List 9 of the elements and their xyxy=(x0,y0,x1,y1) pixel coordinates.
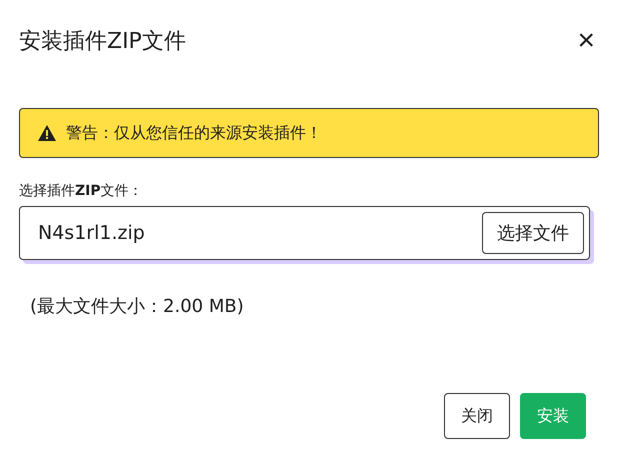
warning-text: 警告：仅从您信任的来源安装插件！ xyxy=(66,122,322,144)
warning-icon xyxy=(38,125,56,141)
close-button[interactable]: × xyxy=(573,26,599,56)
file-name: N4s1rl1.zip xyxy=(38,222,145,244)
max-size-hint: (最大文件大小：2.00 MB) xyxy=(30,295,245,318)
choose-file-button[interactable]: 选择文件 xyxy=(482,212,584,254)
cancel-button[interactable]: 关闭 xyxy=(444,393,510,439)
file-label: 选择插件ZIP文件： xyxy=(19,182,144,200)
dialog-title: 安装插件ZIP文件 xyxy=(19,28,186,56)
